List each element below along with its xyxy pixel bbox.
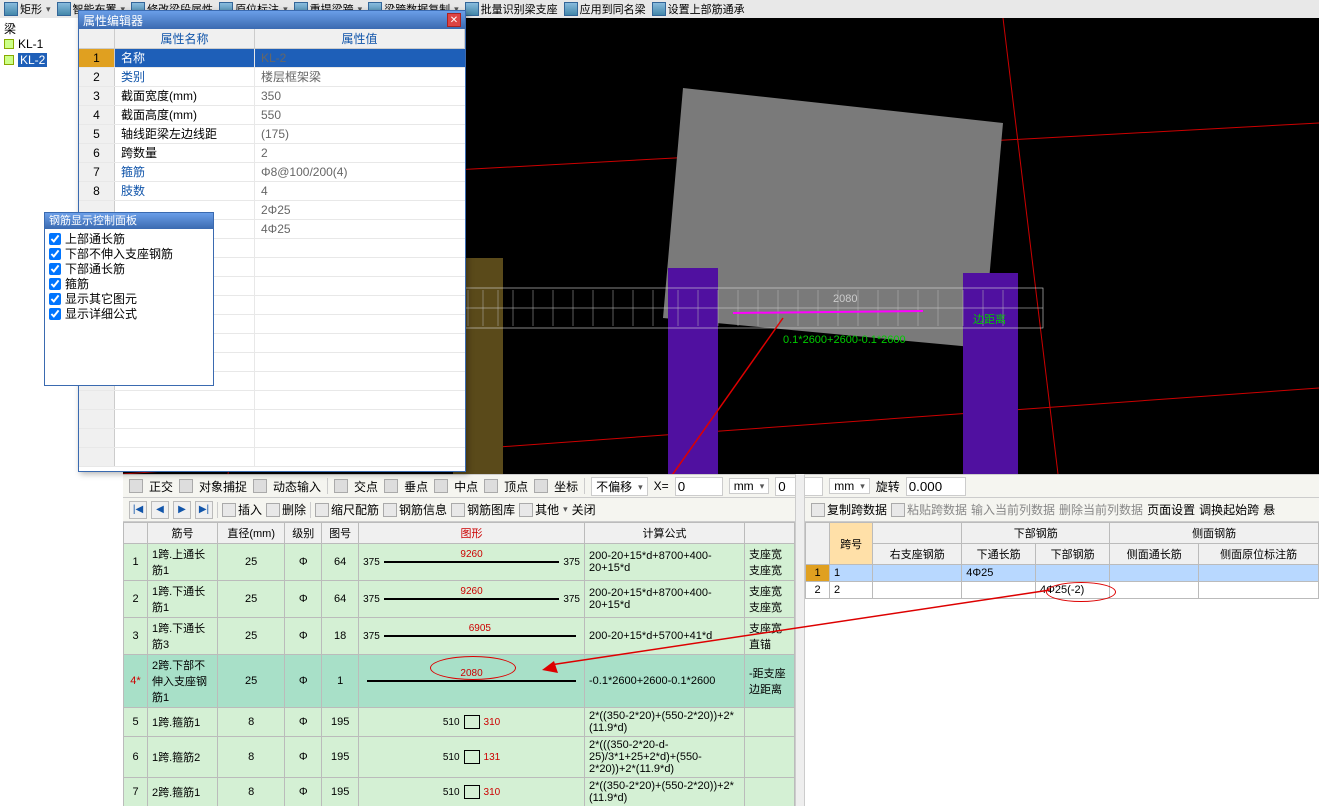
rebar-row[interactable]: 4*2跨.下部不伸入支座钢筋125Φ12080-0.1*2600+2600-0.… xyxy=(124,655,795,708)
svg-text:边距离: 边距离 xyxy=(973,312,1006,326)
btn-copy-span[interactable]: 复制跨数据 xyxy=(811,501,887,518)
col-prop-val: 属性值 xyxy=(255,29,465,48)
rebar-row[interactable]: 31跨.下通长筋325Φ183756905200-20+15*d+5700+41… xyxy=(124,618,795,655)
snap-icon[interactable] xyxy=(384,479,398,493)
tool-icon[interactable] xyxy=(179,479,193,493)
snap-toolbar: 正交 对象捕捉 动态输入 交点 垂点 中点 顶点 坐标 不偏移 X= mm mm… xyxy=(123,474,1319,498)
btn-dyn[interactable]: 动态输入 xyxy=(273,478,321,495)
btn-info[interactable]: 钢筋信息 xyxy=(383,501,447,518)
btn-page-setup[interactable]: 页面设置 xyxy=(1147,501,1195,518)
btn-scale[interactable]: 缩尺配筋 xyxy=(315,501,379,518)
tb-batch[interactable]: 批量识别梁支座 xyxy=(465,1,558,17)
display-checkbox[interactable]: 箍筋 xyxy=(49,276,209,291)
span-row[interactable]: 114Φ25 xyxy=(806,565,1319,582)
rebar-display-control: 钢筋显示控制面板 上部通长筋下部不伸入支座钢筋下部通长筋箍筋显示其它图元显示详细… xyxy=(44,212,214,386)
btn-insert[interactable]: 插入 xyxy=(222,501,262,518)
btn-delete[interactable]: 删除 xyxy=(266,501,306,518)
nav-last[interactable]: ▶| xyxy=(195,501,213,519)
property-row[interactable]: 2类别楼层框架梁 xyxy=(79,68,465,87)
rot-input[interactable] xyxy=(906,477,966,496)
snap-icon[interactable] xyxy=(334,479,348,493)
panel-title: 钢筋显示控制面板 xyxy=(45,213,213,229)
tool-icon[interactable] xyxy=(253,479,267,493)
rebar-row[interactable]: 21跨.下通长筋125Φ643759260375200-20+15*d+8700… xyxy=(124,581,795,618)
btn-other[interactable]: 其他 xyxy=(519,501,568,518)
viewport-dim-2080: 2080 xyxy=(833,293,857,305)
property-row[interactable]: 6跨数量2 xyxy=(79,144,465,163)
nav-first[interactable]: |◀ xyxy=(129,501,147,519)
close-icon[interactable]: ✕ xyxy=(447,13,461,27)
col-prop-name: 属性名称 xyxy=(115,29,255,48)
tb-apply[interactable]: 应用到同名梁 xyxy=(564,1,646,17)
snap-icon[interactable] xyxy=(434,479,448,493)
unit-select[interactable]: mm xyxy=(729,478,770,494)
btn-lib[interactable]: 钢筋图库 xyxy=(451,501,515,518)
btn-osnap[interactable]: 对象捕捉 xyxy=(199,478,247,495)
offset-select[interactable]: 不偏移 xyxy=(591,477,648,496)
rebar-grid[interactable]: 筋号 直径(mm) 级别 图号 图形 计算公式 11跨.上通长筋125Φ6437… xyxy=(123,522,795,806)
span-row[interactable]: 224Φ25(-2) xyxy=(806,582,1319,599)
splitter[interactable] xyxy=(795,474,805,806)
property-row[interactable]: 5轴线距梁左边线距(175) xyxy=(79,125,465,144)
x-input[interactable] xyxy=(675,477,723,496)
display-checkbox[interactable]: 显示其它图元 xyxy=(49,291,209,306)
nav-prev[interactable]: ◀ xyxy=(151,501,169,519)
display-checkbox[interactable]: 显示详细公式 xyxy=(49,306,209,321)
property-row[interactable]: 4截面高度(mm)550 xyxy=(79,106,465,125)
btn-del-col[interactable]: 删除当前列数据 xyxy=(1059,501,1143,518)
rebar-row[interactable]: 72跨.箍筋18Φ1955103102*((350-2*20)+(550-2*2… xyxy=(124,778,795,806)
snap-icon[interactable] xyxy=(484,479,498,493)
span-grid[interactable]: 跨号 下部钢筋 侧面钢筋 右支座钢筋 下通长筋 下部钢筋 侧面通长筋 侧面原位标… xyxy=(805,522,1319,806)
rebar-row[interactable]: 61跨.箍筋28Φ1955101312*(((350-2*20-d-25)/3*… xyxy=(124,737,795,778)
snap-icon[interactable] xyxy=(534,479,548,493)
display-checkbox[interactable]: 上部通长筋 xyxy=(49,231,209,246)
display-checkbox[interactable]: 下部不伸入支座钢筋 xyxy=(49,246,209,261)
tb-rect[interactable]: 矩形 xyxy=(4,1,51,17)
svg-text:0.1*2600+2600-0.1*2600: 0.1*2600+2600-0.1*2600 xyxy=(783,334,906,346)
btn-ortho[interactable]: 正交 xyxy=(149,478,173,495)
property-editor-title: 属性编辑器 xyxy=(83,12,143,29)
tb-set-top[interactable]: 设置上部筋通承 xyxy=(652,1,745,17)
rebar-row[interactable]: 11跨.上通长筋125Φ643759260375200-20+15*d+8700… xyxy=(124,544,795,581)
property-row[interactable]: 7箍筋Φ8@100/200(4) xyxy=(79,163,465,182)
btn-input-col[interactable]: 输入当前列数据 xyxy=(971,501,1055,518)
btn-close[interactable]: 关闭 xyxy=(572,501,596,518)
property-row[interactable]: 8肢数4 xyxy=(79,182,465,201)
btn-swap-span[interactable]: 调换起始跨 xyxy=(1199,501,1259,518)
property-row[interactable]: 1名称KL-2 xyxy=(79,49,465,68)
display-checkbox[interactable]: 下部通长筋 xyxy=(49,261,209,276)
tool-icon[interactable] xyxy=(129,479,143,493)
span-grid-toolbar: 复制跨数据 粘贴跨数据 输入当前列数据 删除当前列数据 页面设置 调换起始跨 悬 xyxy=(805,498,1319,522)
btn-paste-span[interactable]: 粘贴跨数据 xyxy=(891,501,967,518)
unit-select[interactable]: mm xyxy=(829,478,870,494)
rebar-row[interactable]: 51跨.箍筋18Φ1955103102*((350-2*20)+(550-2*2… xyxy=(124,708,795,737)
btn-cant[interactable]: 悬 xyxy=(1263,501,1275,518)
property-row[interactable]: 3截面宽度(mm)350 xyxy=(79,87,465,106)
nav-next[interactable]: ▶ xyxy=(173,501,191,519)
rebar-grid-toolbar: |◀ ◀ ▶ ▶| 插入 删除 缩尺配筋 钢筋信息 钢筋图库 其他 关闭 xyxy=(123,498,795,522)
